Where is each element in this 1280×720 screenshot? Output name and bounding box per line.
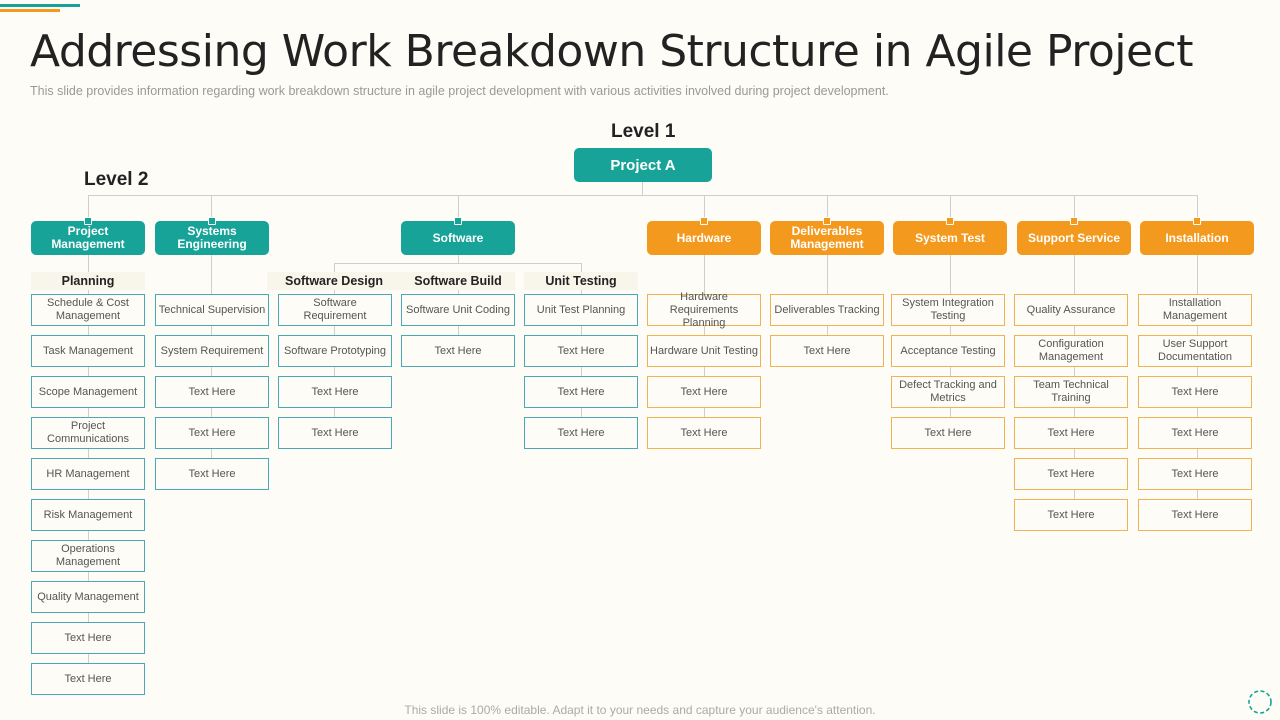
connector-dot <box>208 217 216 225</box>
task-box-se[interactable]: System Requirement <box>155 335 269 367</box>
node-label: Support Service <box>1027 230 1121 245</box>
accent-bar-orange <box>0 9 60 12</box>
drop-line-sd <box>334 263 335 272</box>
task-box-pm[interactable]: Risk Management <box>31 499 145 531</box>
task-box-pm[interactable]: Operations Management <box>31 540 145 572</box>
subhead-unit-testing: Unit Testing <box>524 272 638 290</box>
task-box-se[interactable]: Technical Supervision <box>155 294 269 326</box>
task-box-pm[interactable]: Quality Management <box>31 581 145 613</box>
node-support-service[interactable]: Support Service <box>1017 217 1131 255</box>
task-box-sb[interactable]: Software Unit Coding <box>401 294 515 326</box>
task-box-st[interactable]: Text Here <box>891 417 1005 449</box>
page-subtitle: This slide provides information regardin… <box>30 84 889 98</box>
subhead-software-build: Software Build <box>401 272 515 290</box>
root-connector <box>642 182 643 195</box>
level-2-connector-bar <box>88 195 1198 196</box>
node-installation[interactable]: Installation <box>1140 217 1254 255</box>
drop-line-ut <box>581 263 582 272</box>
task-box-pm[interactable]: Scope Management <box>31 376 145 408</box>
task-box-hw[interactable]: Hardware Requirements Planning <box>647 291 761 329</box>
node-label: Software <box>432 230 484 245</box>
connector-dot <box>1193 217 1201 225</box>
task-box-ss[interactable]: Configuration Management <box>1014 335 1128 367</box>
task-box-se[interactable]: Text Here <box>155 376 269 408</box>
software-sub-bar <box>334 263 581 264</box>
task-box-pm[interactable]: Text Here <box>31 622 145 654</box>
task-box-pm[interactable]: Schedule & Cost Management <box>31 294 145 326</box>
task-box-ut[interactable]: Text Here <box>524 376 638 408</box>
task-box-dm[interactable]: Deliverables Tracking <box>770 294 884 326</box>
task-box-st[interactable]: Defect Tracking and Metrics <box>891 376 1005 408</box>
task-box-in[interactable]: User Support Documentation <box>1138 335 1252 367</box>
node-label: Deliverables Management <box>790 224 864 251</box>
task-box-st[interactable]: Acceptance Testing <box>891 335 1005 367</box>
task-box-ss[interactable]: Text Here <box>1014 458 1128 490</box>
connector-dot <box>1070 217 1078 225</box>
task-box-st[interactable]: System Integration Testing <box>891 294 1005 326</box>
node-label: Systems Engineering <box>177 224 247 251</box>
task-box-sd[interactable]: Text Here <box>278 376 392 408</box>
node-label: Hardware <box>676 230 732 245</box>
node-project-management[interactable]: Project Management <box>31 217 145 255</box>
level-1-label: Level 1 <box>611 121 676 142</box>
task-box-in[interactable]: Text Here <box>1138 417 1252 449</box>
connector-dot <box>84 217 92 225</box>
task-box-hw[interactable]: Hardware Unit Testing <box>647 335 761 367</box>
subhead-planning: Planning <box>31 272 145 290</box>
footer-note: This slide is 100% editable. Adapt it to… <box>404 703 876 717</box>
level-2-label: Level 2 <box>84 169 149 190</box>
task-box-sd[interactable]: Software Prototyping <box>278 335 392 367</box>
task-box-ss[interactable]: Team Technical Training <box>1014 376 1128 408</box>
node-systems-engineering[interactable]: Systems Engineering <box>155 217 269 255</box>
node-label: Project Management <box>51 224 125 251</box>
task-box-sd[interactable]: Text Here <box>278 417 392 449</box>
node-label: System Test <box>915 230 985 245</box>
task-box-ss[interactable]: Text Here <box>1014 499 1128 531</box>
task-box-in[interactable]: Text Here <box>1138 458 1252 490</box>
node-system-test[interactable]: System Test <box>893 217 1007 255</box>
connector-dot <box>454 217 462 225</box>
task-box-hw[interactable]: Text Here <box>647 417 761 449</box>
task-box-pm[interactable]: Text Here <box>31 663 145 695</box>
task-box-se[interactable]: Text Here <box>155 458 269 490</box>
connector-dot <box>823 217 831 225</box>
task-box-ut[interactable]: Text Here <box>524 335 638 367</box>
node-software[interactable]: Software <box>401 217 515 255</box>
task-box-in[interactable]: Text Here <box>1138 499 1252 531</box>
node-label: Installation <box>1165 230 1229 245</box>
connector-dot <box>700 217 708 225</box>
task-box-pm[interactable]: Project Communications <box>31 417 145 449</box>
task-box-in[interactable]: Installation Management <box>1138 294 1252 326</box>
node-deliverables-management[interactable]: Deliverables Management <box>770 217 884 255</box>
task-box-pm[interactable]: HR Management <box>31 458 145 490</box>
accent-bar-teal <box>0 4 80 7</box>
task-box-in[interactable]: Text Here <box>1138 376 1252 408</box>
root-node-project-a[interactable]: Project A <box>574 148 712 182</box>
task-box-sb[interactable]: Text Here <box>401 335 515 367</box>
task-box-dm[interactable]: Text Here <box>770 335 884 367</box>
task-box-sd[interactable]: Software Requirement <box>278 294 392 326</box>
task-box-pm[interactable]: Task Management <box>31 335 145 367</box>
task-box-hw[interactable]: Text Here <box>647 376 761 408</box>
connector-dot <box>946 217 954 225</box>
task-box-ut[interactable]: Unit Test Planning <box>524 294 638 326</box>
task-box-se[interactable]: Text Here <box>155 417 269 449</box>
page-title: Addressing Work Breakdown Structure in A… <box>30 26 1194 77</box>
task-box-ss[interactable]: Quality Assurance <box>1014 294 1128 326</box>
task-box-ss[interactable]: Text Here <box>1014 417 1128 449</box>
node-hardware[interactable]: Hardware <box>647 217 761 255</box>
task-box-ut[interactable]: Text Here <box>524 417 638 449</box>
brand-logo-icon <box>1248 690 1272 714</box>
subhead-software-design: Software Design <box>267 272 401 290</box>
software-connector <box>458 255 459 263</box>
